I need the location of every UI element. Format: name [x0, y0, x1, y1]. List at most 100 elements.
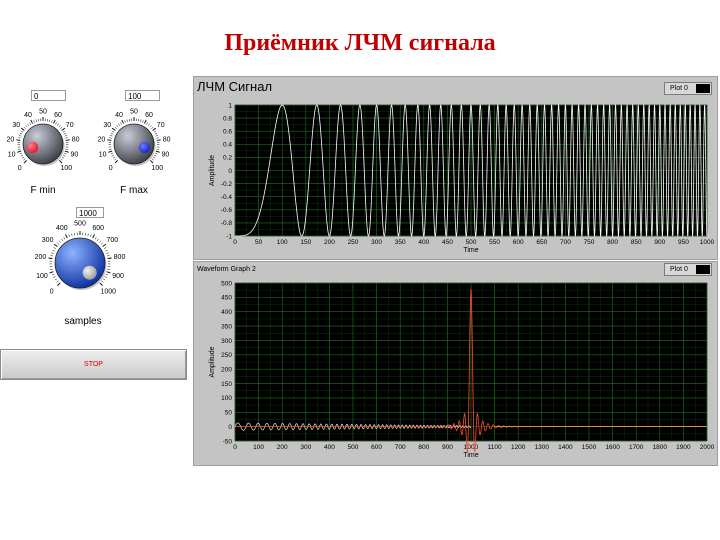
samples-input[interactable]: 1000 — [76, 207, 104, 218]
knob-tick — [101, 280, 104, 283]
x-tick-label: 100 — [277, 239, 288, 246]
x-tick-label: 1000 — [464, 444, 479, 451]
knob-tick — [53, 119, 56, 124]
fmax-label: F max — [120, 185, 148, 196]
x-tick-label: 600 — [371, 444, 382, 451]
knob-tick — [51, 120, 53, 123]
knob-tick — [102, 243, 107, 247]
y-tick-label: 0.6 — [223, 129, 232, 136]
knob-tick — [106, 252, 109, 254]
knob-tick — [100, 242, 104, 245]
knob-tick — [142, 120, 144, 123]
x-tick-label: 400 — [418, 239, 429, 246]
fmax-input[interactable]: 100 — [125, 90, 160, 101]
knob-tick-label: 0 — [50, 289, 54, 296]
y-tick-label: -1 — [226, 233, 232, 240]
knob-tick — [154, 132, 158, 135]
knob-tick-label: 80 — [163, 136, 171, 143]
knob-tick-label: 500 — [74, 220, 86, 227]
knob-tick — [149, 125, 152, 128]
knob-tick-label: 800 — [114, 254, 126, 261]
knob-tick — [114, 126, 117, 129]
knob-tick — [156, 139, 161, 141]
x-tick-label: 800 — [607, 239, 618, 246]
samples-knob[interactable]: 0 100 200 300 400 500 600 700 800 900 1000 — [25, 208, 135, 318]
knob-tick-label: 90 — [70, 152, 78, 159]
knob-tick-label: 40 — [115, 112, 123, 119]
knob-tick — [140, 119, 142, 122]
y-tick-label: 0 — [228, 424, 232, 431]
knob-tick-label: 0 — [18, 165, 22, 172]
fmin-knob[interactable]: 0 10 20 30 40 50 60 70 80 90 100 — [0, 90, 90, 180]
page-title: Приёмник ЛЧМ сигнала — [224, 30, 496, 56]
chirp-graph: 0 50 100 150 200 250 300 350 400 450 500 550 600 650 7… — [209, 102, 715, 254]
knob-tick — [106, 271, 111, 274]
knob-tick — [104, 276, 107, 278]
knob-tick — [92, 234, 95, 239]
knob-body[interactable] — [54, 237, 106, 289]
x-tick-label: 800 — [418, 444, 429, 451]
knob-tick — [103, 278, 106, 281]
y-tick-label: 500 — [221, 280, 232, 287]
fmin-input[interactable]: 0 — [31, 90, 66, 101]
knob-tick — [151, 126, 154, 129]
x-tick-label: 500 — [466, 239, 477, 246]
knob-tick — [108, 150, 113, 153]
knob-tick — [107, 268, 110, 270]
y-tick-label: 200 — [221, 366, 232, 373]
knob-tick — [56, 123, 59, 126]
knob-tick — [63, 237, 66, 240]
knob-tick — [121, 119, 124, 124]
stop-button[interactable]: STOP — [0, 349, 187, 380]
knob-tick — [35, 119, 37, 122]
knob-tick — [65, 137, 68, 139]
knob-tick — [64, 152, 67, 155]
knob-tick — [107, 257, 112, 260]
knob-tick — [20, 154, 23, 157]
knob-indicator — [138, 141, 151, 153]
x-tick-label: 400 — [324, 444, 335, 451]
knob-tick — [58, 159, 63, 164]
samples-knob-dial[interactable]: 0 100 200 300400 500 600700 800 900 1000 — [25, 208, 135, 318]
x-tick-label: 1000 — [700, 239, 715, 246]
knob-tick-label: 80 — [72, 136, 80, 143]
fmin-knob-dial[interactable]: 0102030405060708090100 — [0, 90, 90, 180]
knob-tick — [56, 280, 59, 283]
knob-tick — [19, 132, 23, 135]
knob-tick — [23, 126, 26, 129]
fmax-knob-dial[interactable]: 010 20 30 40 50 60 70 80 90 100 — [90, 90, 180, 180]
knob-tick — [65, 139, 70, 141]
knob-tick — [17, 150, 22, 153]
x-tick-label: 450 — [442, 239, 453, 246]
knob-tick-label: 30 — [103, 122, 111, 129]
knob-tick-label: 40 — [24, 112, 32, 119]
x-tick-label: 1500 — [582, 444, 597, 451]
x-tick-label: 50 — [255, 239, 263, 246]
x-tick-label: 0 — [233, 239, 237, 246]
knob-tick — [57, 282, 61, 286]
knob-tick — [90, 234, 92, 238]
x-tick-label: 500 — [348, 444, 359, 451]
knob-tick — [58, 240, 62, 243]
x-tick-label: 300 — [300, 444, 311, 451]
x-tick-label: 300 — [371, 239, 382, 246]
knob-tick — [87, 233, 89, 237]
knob-tick — [112, 156, 116, 159]
x-axis-label: Time — [463, 247, 478, 254]
knob-tick-label: 10 — [99, 152, 107, 159]
knob-tick — [33, 120, 35, 123]
knob-tick-label: 100 — [60, 165, 72, 172]
knob-tick-label: 900 — [112, 273, 124, 280]
knob-tick-label: 50 — [130, 108, 138, 115]
fmax-knob[interactable]: 0 10 20 30 40 50 60 70 80 90 100 — [90, 90, 180, 180]
knob-tick-label: 0 — [109, 165, 113, 172]
knob-tick — [54, 278, 57, 281]
knob-tick — [109, 135, 113, 137]
knob-tick — [48, 257, 53, 260]
knob-tick — [144, 119, 147, 124]
knob-tick — [50, 268, 53, 270]
knob-tick — [155, 135, 159, 137]
knob-tick — [20, 130, 24, 133]
knob-tick — [58, 125, 61, 128]
knob-tick — [49, 271, 54, 274]
